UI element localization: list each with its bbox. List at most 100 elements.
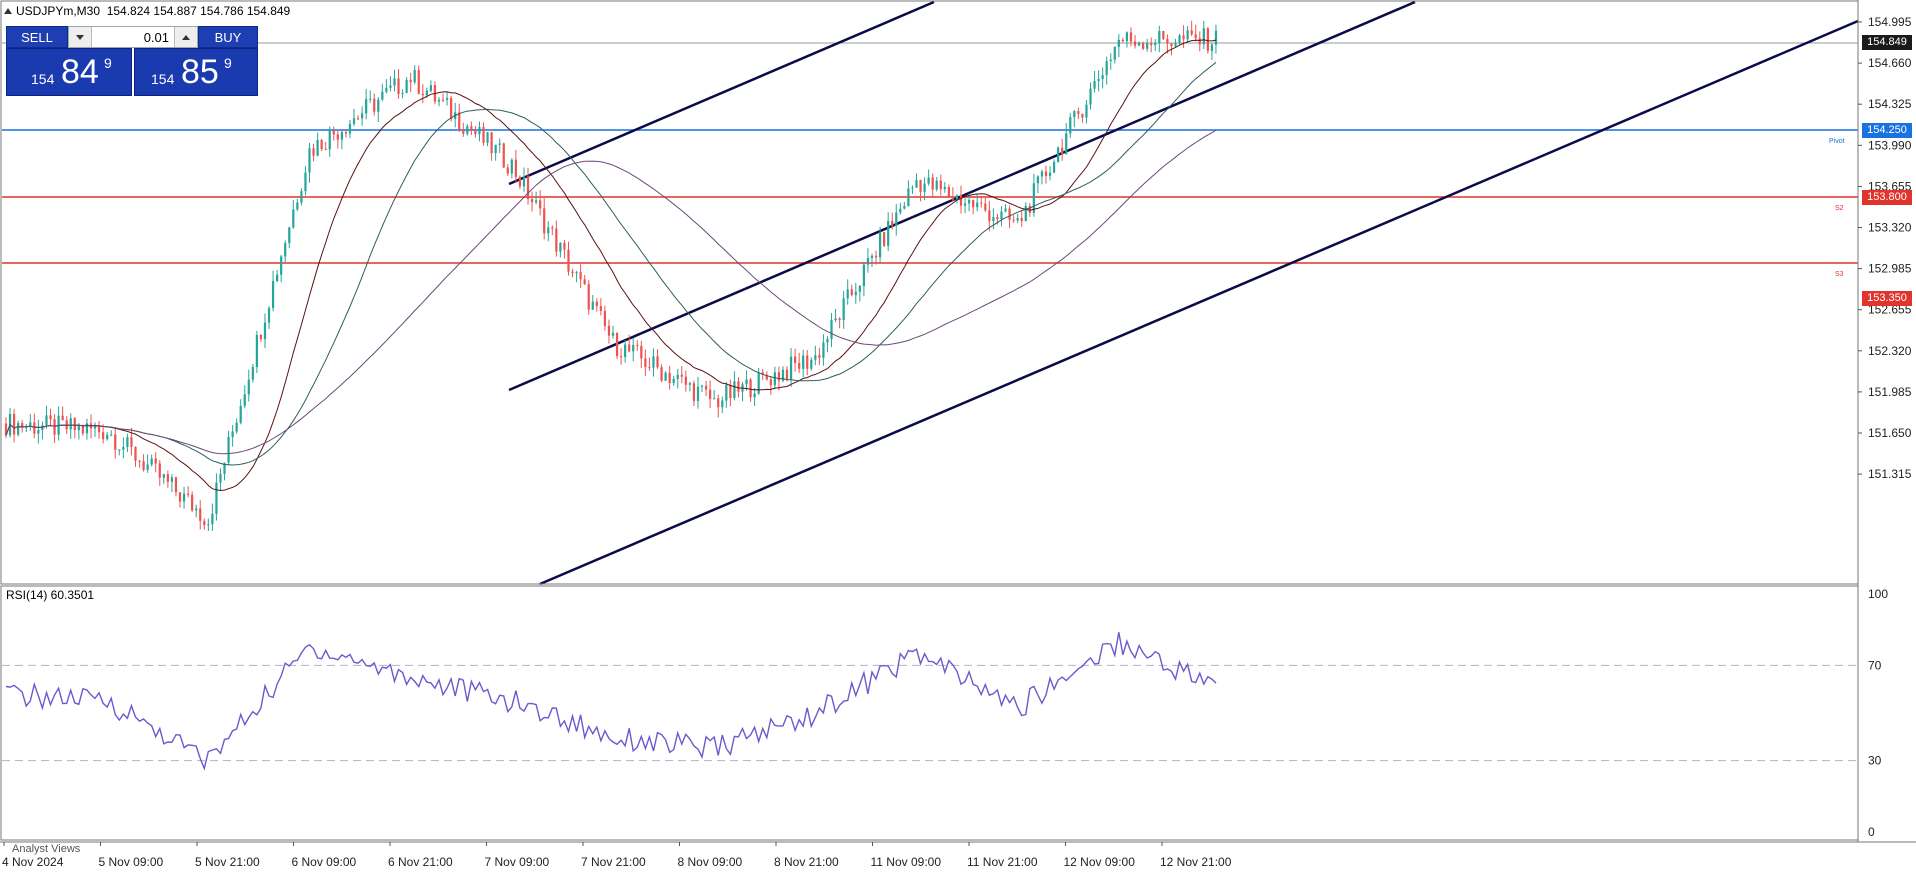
candle-body [939,180,942,190]
sell-button[interactable]: SELL [6,26,68,48]
candle-body [251,367,254,380]
candle-body [1097,79,1100,81]
candle-body [704,385,708,390]
candle-body [239,405,242,423]
candle-body [365,99,368,114]
candle-body [814,355,817,360]
candle-body [1048,172,1052,177]
rsi-indicator-label: RSI(14) 60.3501 [6,588,95,602]
candle-body [33,422,36,434]
candle-body [1150,43,1153,46]
candle-body [296,202,299,210]
candle-body [1174,42,1177,47]
candle-body [611,332,615,336]
candle-body [798,362,801,369]
analyst-views-label[interactable]: Analyst Views [12,843,80,855]
buy-button[interactable]: BUY [198,26,258,48]
candle-body [385,87,388,92]
candle-body [1214,30,1218,45]
candle-body [458,112,461,130]
candle-body [579,272,582,280]
price-tick-label: 152.985 [1868,262,1912,276]
candle-body [688,383,691,385]
candle-body [369,98,372,100]
candle-body [1190,30,1193,35]
candle-body [854,291,857,296]
candle-body [858,285,861,292]
candle-body [154,458,157,464]
candle-body [332,130,335,135]
buy-price-box[interactable]: 154 85 9 [134,48,258,96]
candle-body [988,210,991,222]
candle-body [462,129,465,134]
candle-body [510,159,513,174]
candle-body [963,203,967,206]
candle-body [1081,113,1084,118]
sell-price-box[interactable]: 154 84 9 [6,48,132,96]
rsi-tick-label: 70 [1868,658,1882,672]
candle-body [389,85,392,88]
candle-body [806,355,809,369]
candle-body [551,227,554,229]
candle-body [773,372,776,386]
time-tick-label: 6 Nov 21:00 [388,855,453,869]
symbol-header: USDJPYm,M30 154.824 154.887 154.786 154.… [4,4,290,18]
moving-average-slow-line [5,129,1217,455]
lot-increase-button[interactable] [174,27,197,47]
candle-body [967,200,971,204]
candle-body [842,298,845,321]
candle-body [947,186,950,197]
rsi-tick-label: 100 [1868,587,1888,601]
candle-body [1016,218,1019,221]
candle-body [377,99,380,112]
candle-body [887,220,890,246]
sell-price-prefix: 154 [31,71,55,87]
candle-body [518,176,522,187]
candle-body [413,70,416,83]
candle-body [219,473,222,483]
lot-size-input[interactable] [93,27,173,47]
price-pane[interactable] [2,0,1859,586]
chart-canvas[interactable]: 154.995154.660154.325153.990153.655153.3… [0,0,1916,874]
candle-body [158,463,161,478]
candle-body [753,393,756,398]
candle-body [300,191,303,203]
candle-body [97,426,101,433]
candle-body [919,180,922,192]
lot-decrease-button[interactable] [69,27,92,47]
candle-body [514,159,517,177]
candle-body [757,372,760,394]
candle-body [405,79,408,94]
rsi-tick-label: 0 [1868,825,1875,839]
candle-body [543,208,546,234]
price-tick-label: 151.650 [1868,426,1912,440]
candle-body [676,374,679,379]
candle-body [1113,46,1116,60]
candle-body [599,306,602,311]
price-tick-label: 154.660 [1868,56,1912,70]
candle-body [1032,183,1035,213]
candle-body [324,149,327,151]
candle-body [122,446,125,450]
candle-body [263,322,267,340]
candle-body [1186,30,1189,40]
candle-body [700,385,704,387]
candle-body [870,255,874,259]
rsi-pane[interactable] [2,632,1858,771]
candle-body [826,338,829,343]
time-tick-label: 8 Nov 09:00 [678,855,743,869]
candle-body [789,356,793,380]
candle-body [680,374,683,377]
candle-body [1085,104,1088,118]
candle-body [1194,34,1197,39]
candle-body [162,474,165,478]
candle-body [348,123,352,134]
candle-body [1109,59,1112,62]
candle-body [102,432,105,440]
collapse-triangle-icon[interactable] [4,8,12,14]
time-tick-label: 7 Nov 21:00 [581,855,646,869]
price-tick-label: 153.320 [1868,221,1912,235]
candle-body [777,372,781,381]
moving-average-fast-line [5,39,1217,492]
candle-body [866,258,870,265]
